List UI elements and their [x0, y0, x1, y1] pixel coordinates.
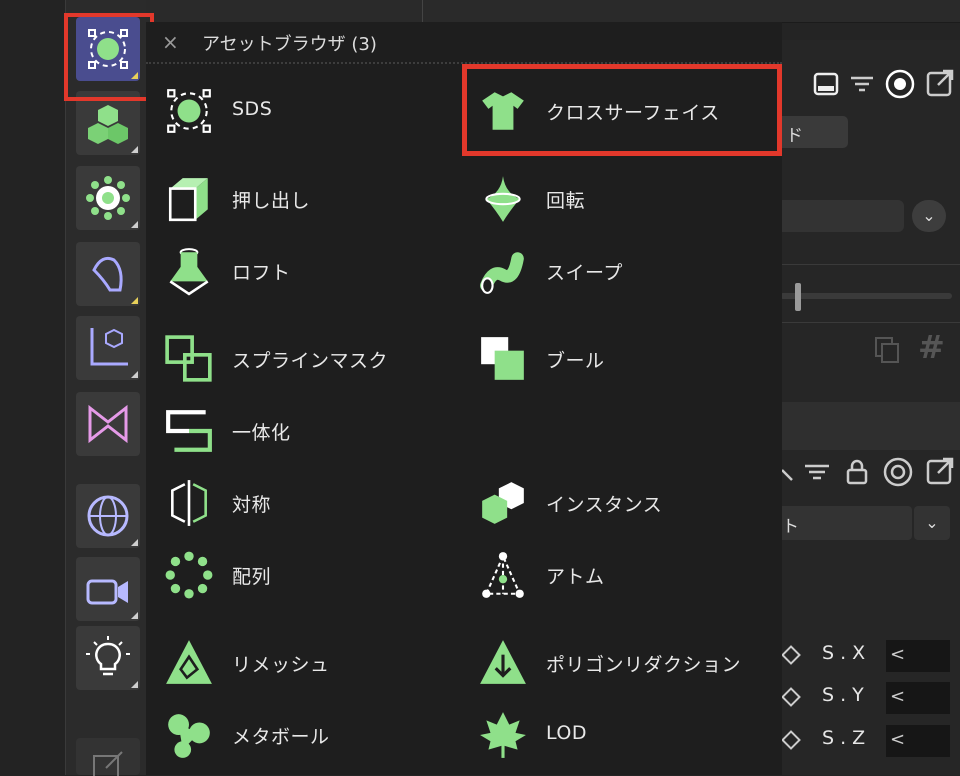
remesh-icon	[166, 640, 212, 684]
menu-item-label: 対称	[232, 494, 272, 516]
mode-dropdown[interactable]: ト	[780, 506, 912, 540]
spline-pen-icon	[92, 256, 123, 292]
menu-item-label: 配列	[232, 566, 272, 588]
highlight-frame-toolbar	[64, 13, 154, 101]
menu-item-label: ロフト	[232, 262, 291, 284]
menu-item-label: リメッシュ	[232, 654, 330, 676]
menu-item-lathe[interactable]: 回転	[478, 172, 788, 228]
menu-item-metaball[interactable]: メタボール	[164, 708, 474, 764]
metaball-icon	[168, 714, 210, 758]
menu-item-label: ブール	[546, 350, 605, 372]
menu-item-atom[interactable]: アトム	[478, 548, 788, 604]
menu-item-sweep[interactable]: スイープ	[478, 244, 788, 300]
top-strip	[146, 0, 960, 23]
gear-tool-button[interactable]	[76, 166, 140, 230]
spline-tool-button[interactable]	[76, 242, 140, 306]
instance-icon	[482, 482, 524, 524]
menu-item-polygon-reduction[interactable]: ポリゴンリダクション	[478, 636, 788, 692]
camera-tool-button[interactable]	[76, 557, 140, 621]
menu-item-loft[interactable]: ロフト	[164, 244, 474, 300]
lathe-icon	[485, 176, 521, 222]
menu-item-instance[interactable]: インスタンス	[478, 476, 788, 532]
camera-icon	[86, 579, 128, 605]
cubes-icon	[88, 105, 128, 144]
left-gutter	[0, 0, 66, 775]
edit-tool-button[interactable]	[76, 738, 140, 776]
sweep-tube-icon	[480, 252, 524, 294]
globe-icon	[87, 495, 129, 537]
filter-icon[interactable]	[848, 70, 876, 98]
menu-item-label: アトム	[546, 566, 605, 588]
popup-header: × アセットブラウザ (3)	[146, 22, 782, 62]
new-window-icon[interactable]	[925, 456, 955, 486]
deformer-icon	[88, 404, 128, 444]
mode-button[interactable]: ド	[780, 116, 848, 148]
new-window-icon[interactable]	[925, 68, 955, 98]
menu-item-sds[interactable]: SDS	[164, 84, 474, 140]
deformer-tool-button[interactable]	[76, 392, 140, 456]
coord-label-sy: S . Y	[822, 684, 864, 706]
mode-button-label: ド	[786, 126, 803, 146]
lock-icon[interactable]	[842, 456, 872, 486]
boole-icon	[481, 337, 524, 380]
highlight-frame-cloth-surface	[462, 64, 782, 156]
coord-label-sz: S . Z	[822, 727, 866, 749]
menu-item-lod[interactable]: LOD	[478, 708, 788, 764]
menu-item-label: インスタンス	[546, 494, 663, 516]
menu-item-label: スプラインマスク	[232, 350, 389, 372]
target-icon[interactable]	[882, 456, 914, 488]
sz-field[interactable]: <	[886, 725, 950, 757]
menu-item-label: スイープ	[546, 262, 623, 284]
menu-item-remesh[interactable]: リメッシュ	[164, 636, 474, 692]
copy-icon[interactable]	[872, 334, 902, 364]
lod-leaf-icon	[480, 712, 526, 758]
chevron-down-icon[interactable]: ⌄	[914, 506, 950, 540]
generator-tool-button[interactable]	[76, 316, 140, 380]
loft-icon	[169, 248, 209, 296]
pencil-icon	[93, 751, 123, 776]
sds-icon	[167, 89, 211, 133]
polygon-reduction-icon	[480, 640, 526, 684]
gear-icon	[86, 176, 130, 220]
menu-item-boole[interactable]: ブール	[478, 332, 788, 388]
hash-icon[interactable]: #	[918, 328, 945, 366]
chevron-down-icon[interactable]: ⌄	[912, 200, 946, 232]
sx-field[interactable]: <	[886, 640, 950, 672]
menu-item-label: 押し出し	[232, 190, 311, 212]
menu-item-spline-mask[interactable]: スプラインマスク	[164, 332, 474, 388]
menu-item-label: SDS	[232, 98, 273, 120]
menu-item-label: ポリゴンリダクション	[546, 654, 742, 676]
menu-item-label: 回転	[546, 190, 586, 212]
attribute-panel: ド ⌄ # ト ⌄ S . X < S . Y < S . Z <	[780, 40, 960, 775]
array-icon	[165, 551, 213, 599]
menu-item-label: 一体化	[232, 422, 291, 444]
slider-handle[interactable]	[795, 283, 801, 311]
filter-icon[interactable]	[802, 458, 832, 486]
menu-item-connect[interactable]: 一体化	[164, 404, 474, 460]
close-icon[interactable]: ×	[162, 30, 179, 54]
light-tool-button[interactable]	[76, 626, 140, 690]
connect-icon	[166, 410, 212, 452]
menu-item-label: LOD	[546, 722, 587, 744]
coord-label-sx: S . X	[822, 642, 866, 664]
menu-item-array[interactable]: 配列	[164, 548, 474, 604]
menu-item-label: メタボール	[232, 726, 330, 748]
lightbulb-icon	[86, 636, 130, 676]
menu-item-symmetry[interactable]: 対称	[164, 476, 474, 532]
atom-icon	[482, 552, 524, 598]
axis-cube-icon	[90, 328, 128, 366]
environment-tool-button[interactable]	[76, 484, 140, 548]
target-icon[interactable]	[884, 68, 916, 100]
symmetry-icon	[171, 480, 207, 526]
sy-field[interactable]: <	[886, 682, 950, 714]
name-field[interactable]	[780, 200, 904, 232]
slider-track[interactable]	[780, 293, 952, 299]
popup-title: アセットブラウザ (3)	[202, 34, 377, 55]
extrude-cube-icon	[168, 178, 208, 222]
menu-item-extrude[interactable]: 押し出し	[164, 172, 474, 228]
layout-icon[interactable]	[812, 70, 840, 98]
spline-mask-icon	[165, 335, 212, 382]
